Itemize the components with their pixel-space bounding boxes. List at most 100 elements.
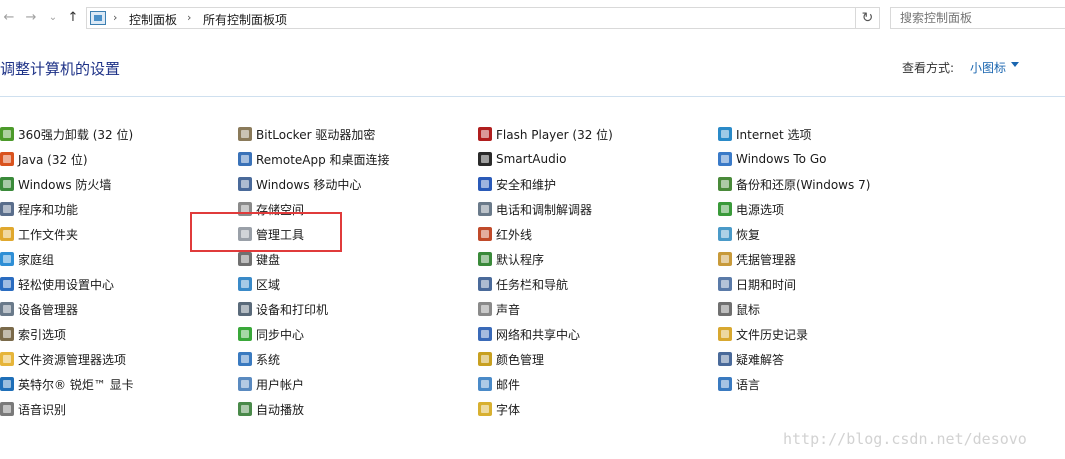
file-history-icon bbox=[718, 327, 732, 341]
fonts-icon bbox=[478, 402, 492, 416]
control-panel-item[interactable]: 安全和维护 bbox=[478, 174, 556, 194]
control-panel-item-label: 语言 bbox=[736, 377, 761, 392]
uninstall-icon bbox=[0, 127, 14, 141]
control-panel-item[interactable]: 程序和功能 bbox=[0, 199, 78, 219]
control-panel-item[interactable]: RemoteApp 和桌面连接 bbox=[238, 149, 390, 169]
control-panel-item[interactable]: 文件历史记录 bbox=[718, 324, 808, 344]
refresh-icon[interactable]: ↻ bbox=[856, 7, 880, 29]
intel-graphics-icon bbox=[0, 377, 14, 391]
control-panel-item[interactable]: BitLocker 驱动器加密 bbox=[238, 124, 375, 144]
clock-icon bbox=[718, 277, 732, 291]
security-flag-icon bbox=[478, 177, 492, 191]
control-panel-item[interactable]: Windows 移动中心 bbox=[238, 174, 361, 194]
control-panel-item[interactable]: 家庭组 bbox=[0, 249, 54, 269]
back-arrow-icon[interactable]: ← bbox=[0, 9, 18, 27]
control-panel-item-label: 安全和维护 bbox=[496, 177, 557, 192]
control-panel-item-label: RemoteApp 和桌面连接 bbox=[256, 152, 390, 167]
address-bar[interactable]: › 控制面板 › 所有控制面板项 ⌄ bbox=[86, 7, 930, 29]
control-panel-item-label: 电话和调制解调器 bbox=[496, 202, 593, 217]
control-panel-item[interactable]: Java (32 位) bbox=[0, 149, 88, 169]
control-panel-item[interactable]: 文件资源管理器选项 bbox=[0, 349, 126, 369]
control-panel-item-label: 设备管理器 bbox=[18, 302, 79, 317]
mail-icon bbox=[478, 377, 492, 391]
control-panel-item[interactable]: 网络和共享中心 bbox=[478, 324, 580, 344]
control-panel-item[interactable]: 同步中心 bbox=[238, 324, 304, 344]
network-icon bbox=[478, 327, 492, 341]
control-panel-item[interactable]: 电源选项 bbox=[718, 199, 784, 219]
control-panel-item-label: 自动播放 bbox=[256, 402, 305, 417]
control-panel-item-label: 红外线 bbox=[496, 227, 533, 242]
control-panel-item[interactable]: 字体 bbox=[478, 399, 520, 419]
view-by-dropdown[interactable]: 小图标 bbox=[970, 59, 1006, 76]
control-panel-item[interactable]: 设备管理器 bbox=[0, 299, 78, 319]
control-panel-item[interactable]: 声音 bbox=[478, 299, 520, 319]
control-panel-item[interactable]: 凭据管理器 bbox=[718, 249, 796, 269]
control-panel-item[interactable]: 语音识别 bbox=[0, 399, 66, 419]
control-panel-item-label: 备份和还原(Windows 7) bbox=[736, 177, 871, 192]
control-panel-item-label: Windows To Go bbox=[736, 152, 827, 166]
credential-icon bbox=[718, 252, 732, 266]
smartaudio-icon bbox=[478, 152, 492, 166]
control-panel-item-label: 键盘 bbox=[256, 252, 281, 267]
control-panel-item[interactable]: SmartAudio bbox=[478, 149, 566, 169]
control-panel-item[interactable]: 恢复 bbox=[718, 224, 760, 244]
control-panel-item-label: 程序和功能 bbox=[18, 202, 79, 217]
backup-icon bbox=[718, 177, 732, 191]
control-panel-item[interactable]: 轻松使用设置中心 bbox=[0, 274, 114, 294]
control-panel-item[interactable]: 电话和调制解调器 bbox=[478, 199, 592, 219]
control-panel-item[interactable]: 红外线 bbox=[478, 224, 532, 244]
recovery-icon bbox=[718, 227, 732, 241]
control-panel-item[interactable]: 疑难解答 bbox=[718, 349, 784, 369]
system-icon bbox=[238, 352, 252, 366]
control-panel-item-label: 语音识别 bbox=[18, 402, 67, 417]
control-panel-item[interactable]: 用户帐户 bbox=[238, 374, 304, 394]
page-title: 调整计算机的设置 bbox=[0, 60, 121, 78]
control-panel-item-label: 同步中心 bbox=[256, 327, 305, 342]
control-panel-item-label: 凭据管理器 bbox=[736, 252, 797, 267]
control-panel-item[interactable]: 备份和还原(Windows 7) bbox=[718, 174, 870, 194]
control-panel-item[interactable]: 任务栏和导航 bbox=[478, 274, 568, 294]
control-panel-item[interactable]: 索引选项 bbox=[0, 324, 66, 344]
taskbar-icon bbox=[478, 277, 492, 291]
control-panel-item[interactable]: 360强力卸载 (32 位) bbox=[0, 124, 133, 144]
indexing-icon bbox=[0, 327, 14, 341]
internet-options-icon bbox=[718, 127, 732, 141]
control-panel-item[interactable]: Flash Player (32 位) bbox=[478, 124, 613, 144]
view-by-caret-icon[interactable] bbox=[1011, 62, 1019, 67]
control-panel-item[interactable]: 自动播放 bbox=[238, 399, 304, 419]
control-panel-item-label: 轻松使用设置中心 bbox=[18, 277, 115, 292]
control-panel-item[interactable]: 设备和打印机 bbox=[238, 299, 328, 319]
control-panel-item[interactable]: 语言 bbox=[718, 374, 760, 394]
control-panel-item[interactable]: Windows To Go bbox=[718, 149, 826, 169]
control-panel-item-label: 索引选项 bbox=[18, 327, 67, 342]
control-panel-item[interactable]: 默认程序 bbox=[478, 249, 544, 269]
up-arrow-icon[interactable]: ↑ bbox=[64, 9, 82, 27]
mobility-center-icon bbox=[238, 177, 252, 191]
color-management-icon bbox=[478, 352, 492, 366]
breadcrumb-control-panel[interactable]: 控制面板 bbox=[129, 11, 177, 28]
control-panel-item[interactable]: 区域 bbox=[238, 274, 280, 294]
control-panel-item[interactable]: 系统 bbox=[238, 349, 280, 369]
control-panel-item[interactable]: 颜色管理 bbox=[478, 349, 544, 369]
control-panel-item-label: 疑难解答 bbox=[736, 352, 785, 367]
breadcrumb-all-items[interactable]: 所有控制面板项 bbox=[203, 11, 287, 28]
control-panel-item[interactable]: 工作文件夹 bbox=[0, 224, 78, 244]
control-panel-item[interactable]: 邮件 bbox=[478, 374, 520, 394]
firewall-icon bbox=[0, 177, 14, 191]
control-panel-item-label: 任务栏和导航 bbox=[496, 277, 569, 292]
control-panel-item[interactable]: 键盘 bbox=[238, 249, 280, 269]
control-panel-item-label: Windows 移动中心 bbox=[256, 177, 362, 192]
control-panel-item-label: 日期和时间 bbox=[736, 277, 797, 292]
recent-locations-icon[interactable]: ⌄ bbox=[44, 9, 62, 27]
control-panel-item[interactable]: Windows 防火墙 bbox=[0, 174, 111, 194]
control-panel-item[interactable]: 鼠标 bbox=[718, 299, 760, 319]
java-icon bbox=[0, 152, 14, 166]
control-panel-item-label: Windows 防火墙 bbox=[18, 177, 112, 192]
device-manager-icon bbox=[0, 302, 14, 316]
control-panel-item[interactable]: Internet 选项 bbox=[718, 124, 811, 144]
forward-arrow-icon[interactable]: → bbox=[22, 9, 40, 27]
control-panel-item-label: 电源选项 bbox=[736, 202, 785, 217]
control-panel-item[interactable]: 英特尔® 锐炬™ 显卡 bbox=[0, 374, 134, 394]
search-input[interactable] bbox=[890, 7, 1065, 29]
control-panel-item[interactable]: 日期和时间 bbox=[718, 274, 796, 294]
